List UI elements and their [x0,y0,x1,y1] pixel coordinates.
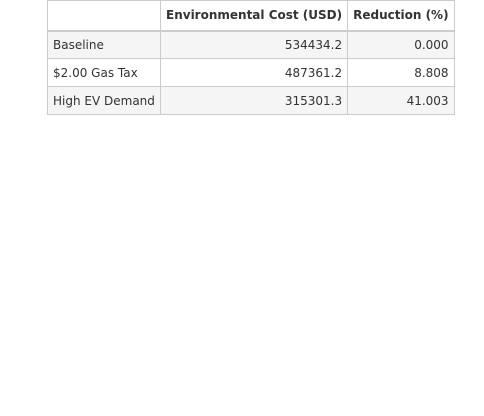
cell-environmental-cost: 534434.2 [159,30,349,59]
cell-reduction: 41.003 [347,86,455,115]
table-body: Baseline 534434.2 0.000 $2.00 Gas Tax 48… [47,30,455,115]
table-row: High EV Demand 315301.3 41.003 [47,86,455,115]
row-label: Baseline [47,30,161,59]
corner-cell [47,0,161,32]
table-row: $2.00 Gas Tax 487361.2 8.808 [47,58,455,87]
header-row: Environmental Cost (USD) Reduction (%) [47,0,455,32]
table-row: Baseline 534434.2 0.000 [47,30,455,59]
results-table: Environmental Cost (USD) Reduction (%) B… [47,0,455,115]
cell-environmental-cost: 315301.3 [159,86,349,115]
table-header: Environmental Cost (USD) Reduction (%) [47,0,455,32]
row-label: High EV Demand [47,86,161,115]
column-header-environmental-cost: Environmental Cost (USD) [159,0,349,32]
row-label: $2.00 Gas Tax [47,58,161,87]
cell-environmental-cost: 487361.2 [159,58,349,87]
cell-reduction: 8.808 [347,58,455,87]
cell-reduction: 0.000 [347,30,455,59]
column-header-reduction: Reduction (%) [347,0,455,32]
